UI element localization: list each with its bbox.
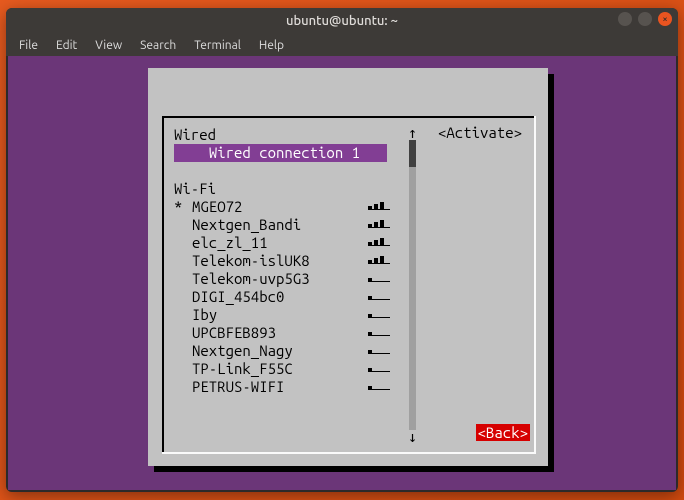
menu-file[interactable]: File [12,37,45,54]
scroll-up-arrow[interactable]: ↑ [407,126,418,140]
signal-strength-icon [368,360,398,374]
wifi-section-header: Wi-Fi [174,180,404,198]
signal-strength-icon [368,342,398,356]
menu-edit[interactable]: Edit [49,37,84,54]
connected-indicator: * [174,198,192,216]
network-list-frame: Wired Wired connection 1 Wi-Fi *MGEO72Ne… [162,116,534,452]
right-column: <Activate> [438,124,530,141]
menu-bar: File Edit View Search Terminal Help [6,34,678,56]
signal-strength-icon [368,252,398,266]
wired-section-header: Wired [174,126,404,144]
minimize-button[interactable] [618,12,632,26]
menu-search[interactable]: Search [133,37,183,54]
spacer [174,162,404,180]
signal-strength-icon [368,306,398,320]
scrollbar-thumb[interactable] [409,140,416,167]
terminal-content[interactable]: Wired Wired connection 1 Wi-Fi *MGEO72Ne… [8,56,676,490]
network-manager-dialog: Wired Wired connection 1 Wi-Fi *MGEO72Ne… [148,68,548,466]
wifi-network-name: UPCBFEB893 [192,324,276,341]
wifi-network-name: DIGI_454bc0 [192,288,284,305]
window-controls: × [618,12,672,26]
maximize-button[interactable] [638,12,652,26]
wifi-network-name: TP-Link_F55C [192,360,293,377]
close-button[interactable]: × [658,12,672,26]
back-button[interactable]: <Back> [476,424,530,441]
window-titlebar[interactable]: ubuntu@ubuntu: ~ × [6,8,678,34]
wired-connection-label: Wired connection 1 [209,144,360,161]
window-title: ubuntu@ubuntu: ~ [286,14,398,28]
wifi-network-name: Telekom-islUK8 [192,252,310,269]
scrollbar[interactable]: ↑ ↓ [407,126,418,444]
menu-help[interactable]: Help [252,37,291,54]
menu-terminal[interactable]: Terminal [187,37,248,54]
wifi-network-name: Telekom-uvp5G3 [192,270,310,287]
signal-strength-icon [368,378,398,392]
signal-strength-icon [368,324,398,338]
activate-button[interactable]: <Activate> [438,124,522,141]
wifi-network-name: MGEO72 [192,198,242,215]
wifi-network-name: Iby [192,306,217,323]
wifi-network-name: elc_zl_11 [192,234,268,251]
signal-strength-icon [368,270,398,284]
signal-strength-icon [368,198,398,212]
signal-strength-icon [368,216,398,230]
wifi-network-name: PETRUS-WIFI [192,378,284,395]
menu-view[interactable]: View [88,37,129,54]
wifi-network-name: Nextgen_Bandi [192,216,301,233]
wifi-network-name: Nextgen_Nagy [192,342,293,359]
signal-strength-icon [368,234,398,248]
terminal-window: ubuntu@ubuntu: ~ × File Edit View Search… [6,8,678,492]
signal-strength-icon [368,288,398,302]
scrollbar-track[interactable] [409,140,416,430]
scroll-down-arrow[interactable]: ↓ [407,430,418,444]
wired-connection-item[interactable]: Wired connection 1 [174,144,387,162]
